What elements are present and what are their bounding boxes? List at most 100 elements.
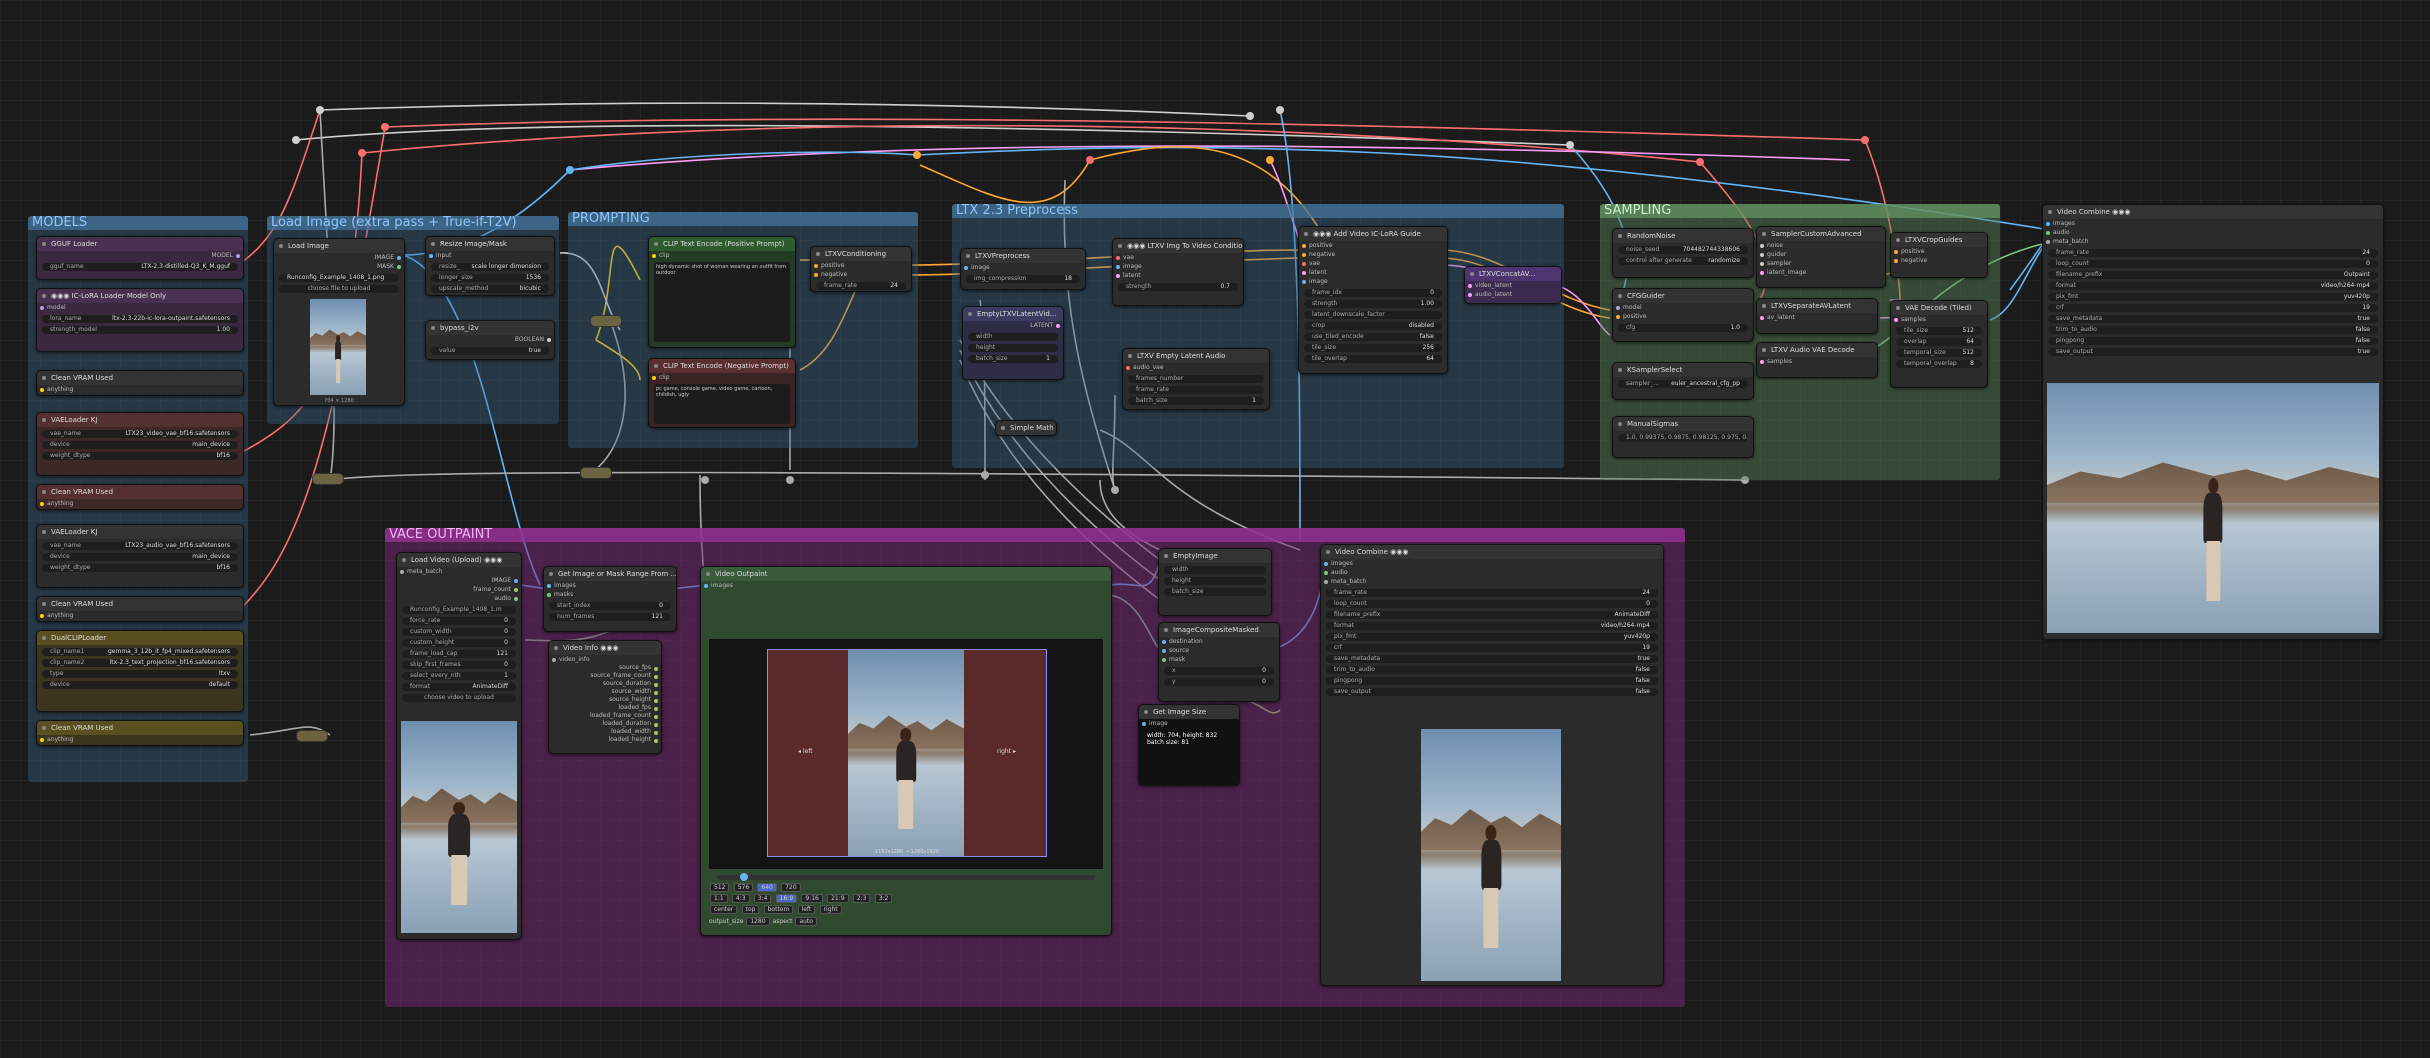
node-title[interactable]: EmptyLTXVLatentVid... [963, 307, 1063, 321]
cfg-guider-node[interactable]: CFGGuider model positive cfg 1.0 [1612, 288, 1754, 342]
node-title[interactable]: DualCLIPLoader [37, 631, 243, 645]
right-handle[interactable]: right ▸ [997, 748, 1016, 755]
node-title[interactable]: Get Image or Mask Range From ... [544, 567, 676, 581]
aspect-button[interactable]: 2:3 [852, 894, 871, 903]
samples-input[interactable]: samples [1891, 315, 1987, 324]
node-title[interactable]: CLIP Text Encode (Negative Prompt) [649, 359, 795, 373]
skip-frames-widget[interactable]: skip_first_frames 0 [402, 661, 516, 669]
clean-vram-node[interactable]: Clean VRAM Used anything [36, 596, 244, 622]
device-widget[interactable]: device main_device [42, 441, 238, 449]
node-title[interactable]: CFGGuider [1613, 289, 1753, 303]
control-widget[interactable]: control after generate randomize [1618, 257, 1748, 265]
vae-loader-node[interactable]: VAELoader KJ vae_name LTX23_video_vae_bf1… [36, 412, 244, 476]
node-title[interactable]: LTXVPreprocess [961, 249, 1085, 263]
reroute-node[interactable] [590, 315, 622, 327]
crop-widget[interactable]: crop disabled [1304, 322, 1442, 330]
img-to-video-node[interactable]: ◉◉◉ LTXV Img To Video Condition ... vae … [1112, 238, 1244, 306]
node-title[interactable]: SamplerCustomAdvanced [1757, 227, 1885, 241]
custom-width-widget[interactable]: custom_width 0 [402, 628, 516, 636]
node-title[interactable]: Load Video (Upload) ◉◉◉ [397, 553, 521, 567]
negative-input[interactable]: negative [1891, 256, 1987, 265]
node-title[interactable]: LTXVSeparateAVLatent [1757, 299, 1877, 313]
source-fps-output[interactable]: source_fps [549, 664, 661, 672]
output-video-preview[interactable] [1421, 729, 1561, 981]
save-metadata-toggle[interactable]: save_metadata true [2048, 315, 2378, 323]
aspect-button[interactable]: 1:1 [710, 894, 728, 903]
strength-widget[interactable]: strength_model 1.00 [42, 326, 238, 334]
force-rate-widget[interactable]: force_rate 0 [402, 617, 516, 625]
reroute-node[interactable] [312, 473, 344, 485]
simple-math-node[interactable]: Simple Math [995, 420, 1057, 436]
node-title[interactable]: bypass_i2v [426, 321, 554, 335]
node-title[interactable]: Video Combine ◉◉◉ [1321, 545, 1663, 559]
model-output[interactable]: MODEL [37, 251, 243, 260]
anything-input[interactable]: anything [37, 385, 243, 394]
tile-size-widget[interactable]: tile_size 512 [1896, 327, 1982, 335]
batch-widget[interactable]: batch_size 1 [1128, 397, 1264, 405]
node-title[interactable]: Clean VRAM Used [37, 485, 243, 499]
gguf-name-widget[interactable]: gguf_name LTX-2.3-distilled-Q3_K_M.gguf [42, 263, 238, 271]
reroute-dot[interactable] [981, 471, 989, 479]
video-combine-node-top[interactable]: Video Combine ◉◉◉ images audio meta_batc… [2042, 204, 2384, 640]
images-input[interactable]: images [2043, 219, 2383, 228]
reroute-dot[interactable] [786, 476, 794, 484]
upscale-widget[interactable]: upscale_method bicubic [431, 285, 549, 293]
crf-widget[interactable]: crf 19 [2048, 304, 2378, 312]
images-input[interactable]: images [544, 581, 676, 590]
batch-widget[interactable]: batch_size [1164, 588, 1266, 596]
node-title[interactable]: RandomNoise [1613, 229, 1753, 243]
outpaint-region[interactable]: ◂ left right ▸ 1152x1280 → 1280x1920 [767, 649, 1047, 857]
reroute-dot[interactable] [1696, 158, 1704, 166]
image-input[interactable]: image [1139, 719, 1239, 728]
reroute-dot[interactable] [701, 476, 709, 484]
clean-vram-node[interactable]: Clean VRAM Used anything [36, 484, 244, 510]
dtype-widget[interactable]: weight_dtype bf16 [42, 564, 238, 572]
masks-input[interactable]: masks [544, 590, 676, 599]
node-title[interactable]: ◉◉◉ IC-LoRA Loader Model Only [37, 289, 243, 303]
node-title[interactable]: LTXV Empty Latent Audio [1123, 349, 1269, 363]
dual-clip-loader-node[interactable]: DualCLIPLoader clip_name1 gemma_3_12b_it_… [36, 630, 244, 712]
node-title[interactable]: CLIP Text Encode (Positive Prompt) [649, 237, 795, 251]
loaded-fps-output[interactable]: loaded_fps [549, 704, 661, 712]
node-title[interactable]: VAELoader KJ [37, 413, 243, 427]
images-input[interactable]: images [1321, 559, 1663, 568]
clean-vram-node[interactable]: Clean VRAM Used anything [36, 370, 244, 396]
tile-size-widget[interactable]: tile_size 256 [1304, 344, 1442, 352]
width-widget[interactable]: width [968, 333, 1058, 341]
outpaint-canvas[interactable]: ◂ left right ▸ 1152x1280 → 1280x1920 [709, 639, 1103, 869]
reroute-dot[interactable] [913, 151, 921, 159]
trim-audio-toggle[interactable]: trim_to_audio false [2048, 326, 2378, 334]
node-title[interactable]: EmptyImage [1159, 549, 1271, 563]
vae-decode-tiled-node[interactable]: VAE Decode (Tiled) samples tile_size 512 … [1890, 300, 1988, 388]
anchor-button[interactable]: center [710, 905, 738, 914]
node-title[interactable]: GGUF Loader [37, 237, 243, 251]
latent-input[interactable]: latent [1113, 271, 1243, 280]
node-title[interactable]: Clean VRAM Used [37, 721, 243, 735]
overlap-widget[interactable]: overlap 64 [1896, 338, 1982, 346]
aspect-value[interactable]: auto [795, 917, 817, 926]
timeline-slider[interactable] [717, 873, 1095, 881]
latent-input[interactable]: latent [1299, 268, 1447, 277]
frame-rate-widget[interactable]: frame_rate 24 [816, 282, 906, 290]
node-title[interactable]: Clean VRAM Used [37, 597, 243, 611]
x-widget[interactable]: x0 [1164, 667, 1274, 675]
reroute-dot[interactable] [358, 149, 366, 157]
image-output[interactable]: IMAGE [397, 576, 521, 585]
loop-count-widget[interactable]: loop_count 0 [1326, 600, 1658, 608]
type-widget[interactable]: type ltxv [42, 670, 238, 678]
image-input[interactable]: image [1299, 277, 1447, 286]
manual-sigmas-node[interactable]: ManualSigmas 1.0, 0.99375, 0.9875, 0.981… [1612, 416, 1754, 458]
video-latent-input[interactable]: video_latent [1465, 281, 1561, 290]
aspect-button[interactable]: 21:9 [827, 894, 849, 903]
positive-prompt-node[interactable]: CLIP Text Encode (Positive Prompt) clip … [648, 236, 796, 348]
meta-batch-input[interactable]: meta_batch [1321, 577, 1663, 586]
audio-vae-input[interactable]: audio_vae [1123, 363, 1269, 372]
reroute-dot[interactable] [1111, 486, 1119, 494]
node-title[interactable]: Video Outpaint [701, 567, 1111, 581]
output-video-preview[interactable] [2047, 383, 2379, 633]
anchor-button[interactable]: top [741, 905, 760, 914]
resolution-button[interactable]: 720 [781, 883, 801, 892]
reroute-node[interactable] [580, 467, 612, 479]
reroute-dot[interactable] [1276, 106, 1284, 114]
node-title[interactable]: ◉◉◉ LTXV Img To Video Condition ... [1113, 239, 1243, 253]
